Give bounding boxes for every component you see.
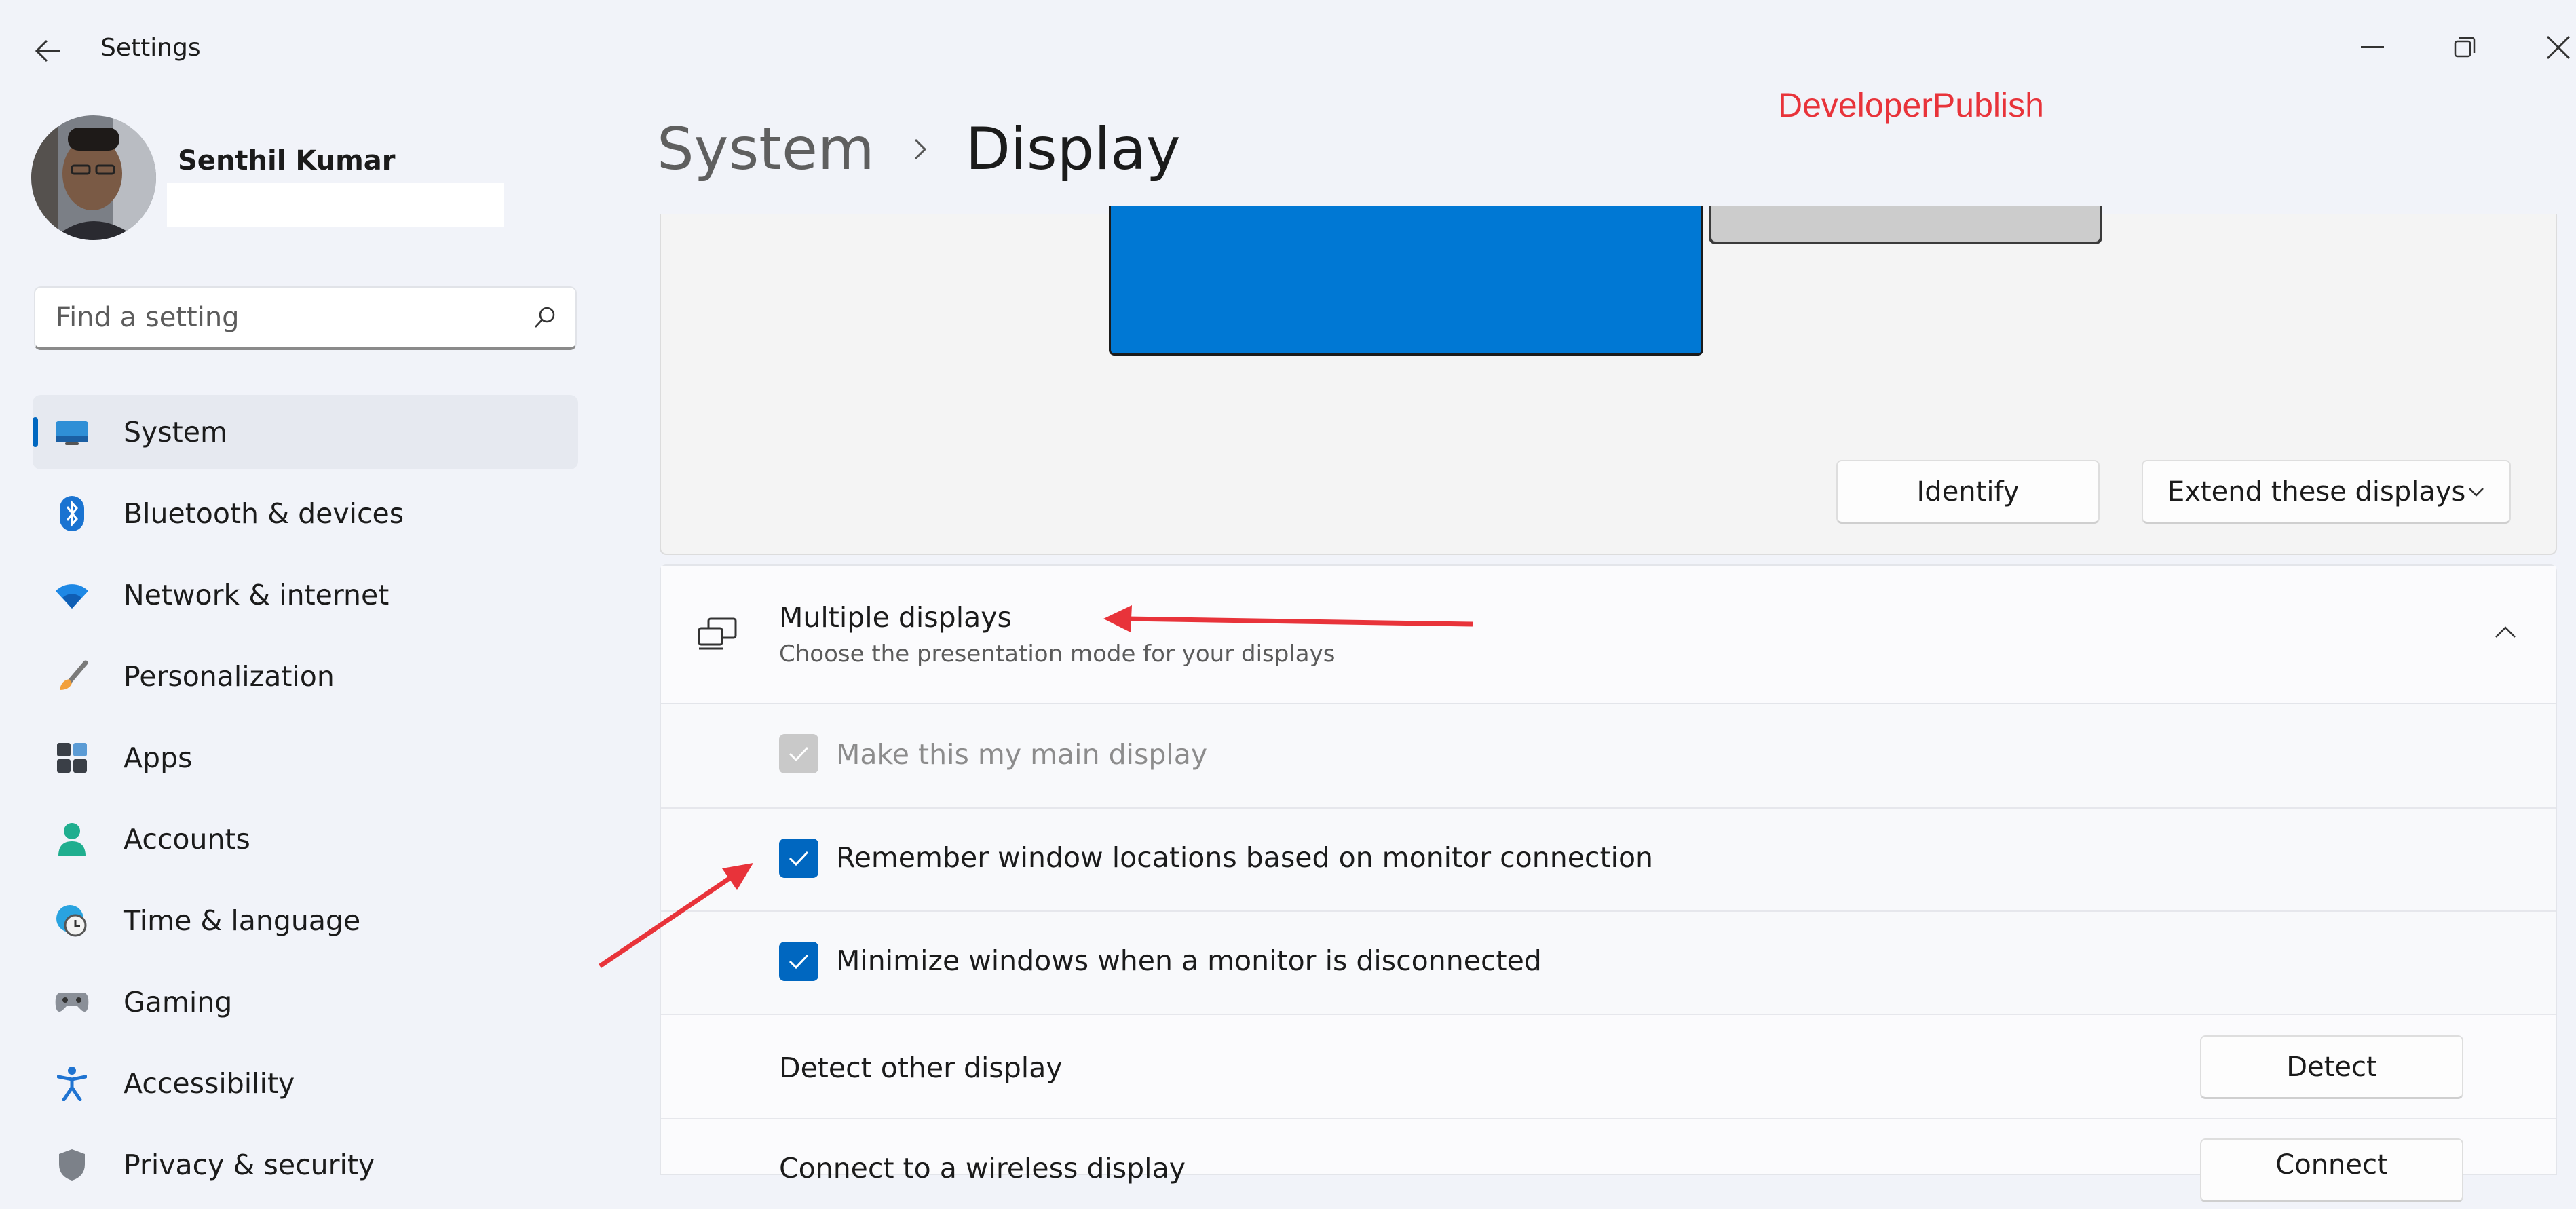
- minimize-icon: [2361, 46, 2384, 48]
- sidebar-item-label: Network & internet: [124, 579, 390, 611]
- close-icon: [2546, 35, 2571, 60]
- gamepad-icon: [53, 983, 91, 1021]
- multiple-displays-title: Multiple displays: [779, 601, 1012, 634]
- sidebar-item-label: Apps: [124, 742, 193, 774]
- display-mode-value: Extend these displays: [2167, 476, 2466, 507]
- connect-label: Connect to a wireless display: [779, 1152, 1186, 1185]
- sidebar-item-label: Time & language: [124, 904, 361, 937]
- sidebar-item-label: Privacy & security: [124, 1149, 375, 1181]
- checkmark-icon: [789, 851, 809, 866]
- sidebar-item-accounts[interactable]: Accounts: [33, 802, 578, 877]
- chevron-right-icon: [913, 136, 928, 163]
- connect-button[interactable]: Connect: [2200, 1138, 2463, 1202]
- apps-icon: [53, 739, 91, 777]
- main-display-checkbox: [779, 734, 818, 773]
- sidebar-item-system[interactable]: System: [33, 395, 578, 469]
- clock-globe-icon: [53, 902, 91, 940]
- sidebar-item-personalization[interactable]: Personalization: [33, 639, 578, 714]
- remember-locations-checkbox[interactable]: [779, 839, 818, 878]
- search-icon[interactable]: [533, 306, 556, 329]
- detect-label: Detect other display: [779, 1052, 1063, 1084]
- chevron-up-icon: [2495, 626, 2516, 638]
- avatar[interactable]: [31, 115, 156, 240]
- sidebar-item-label: Accessibility: [124, 1067, 295, 1100]
- sidebar-item-privacy[interactable]: Privacy & security: [33, 1128, 578, 1202]
- multiple-displays-subtitle: Choose the presentation mode for your di…: [779, 640, 1336, 668]
- search-input[interactable]: [54, 301, 533, 334]
- sidebar-item-apps[interactable]: Apps: [33, 721, 578, 795]
- multiple-displays-header[interactable]: [661, 566, 2556, 704]
- watermark: DeveloperPublish: [1778, 86, 2044, 124]
- collapse-button[interactable]: [2484, 611, 2527, 654]
- back-arrow-icon: [35, 39, 60, 62]
- sidebar-item-label: System: [124, 416, 227, 448]
- sidebar-item-time-language[interactable]: Time & language: [33, 883, 578, 958]
- sidebar-item-network[interactable]: Network & internet: [33, 558, 578, 632]
- chevron-down-icon: [2469, 487, 2484, 497]
- back-button[interactable]: [24, 27, 72, 75]
- user-photo-icon: [31, 115, 156, 240]
- sidebar-item-label: Gaming: [124, 986, 233, 1018]
- breadcrumb-parent[interactable]: System: [657, 115, 875, 183]
- detect-button[interactable]: Detect: [2200, 1035, 2463, 1099]
- monitor-icon: [53, 413, 91, 451]
- sidebar-item-label: Accounts: [124, 823, 250, 856]
- sidebar-item-gaming[interactable]: Gaming: [33, 965, 578, 1039]
- search-box[interactable]: [34, 286, 577, 350]
- restore-icon: [2454, 37, 2476, 58]
- main-display-label: Make this my main display: [836, 738, 1208, 771]
- app-title: Settings: [100, 34, 201, 62]
- shield-icon: [53, 1146, 91, 1184]
- checkmark-icon: [789, 746, 809, 762]
- wifi-icon: [53, 576, 91, 614]
- sidebar-item-label: Bluetooth & devices: [124, 497, 404, 530]
- monitor-2-tile[interactable]: [1709, 206, 2102, 244]
- page-title: Display: [965, 115, 1181, 183]
- identify-button[interactable]: Identify: [1836, 460, 2100, 524]
- user-name: Senthil Kumar: [178, 145, 396, 176]
- user-email-redacted: [167, 183, 504, 227]
- monitor-1-tile[interactable]: [1109, 206, 1703, 356]
- person-icon: [53, 820, 91, 858]
- bluetooth-icon: [53, 495, 91, 533]
- display-mode-select[interactable]: Extend these displays: [2142, 460, 2511, 524]
- minimize-windows-label[interactable]: Minimize windows when a monitor is disco…: [836, 944, 1542, 977]
- minimize-button[interactable]: [2332, 14, 2413, 81]
- sidebar-nav: System Bluetooth & devices Network & int…: [33, 395, 578, 1209]
- accessibility-icon: [53, 1064, 91, 1102]
- sidebar-item-accessibility[interactable]: Accessibility: [33, 1046, 578, 1121]
- minimize-windows-checkbox[interactable]: [779, 942, 818, 981]
- remember-locations-label[interactable]: Remember window locations based on monit…: [836, 841, 1653, 874]
- checkmark-icon: [789, 954, 809, 970]
- multiple-displays-icon: [696, 612, 740, 655]
- sidebar-item-label: Personalization: [124, 660, 335, 693]
- maximize-button[interactable]: [2424, 14, 2505, 81]
- close-button[interactable]: [2518, 14, 2576, 81]
- breadcrumb: System Display: [657, 115, 1181, 183]
- sidebar-item-bluetooth[interactable]: Bluetooth & devices: [33, 476, 578, 551]
- brush-icon: [53, 657, 91, 695]
